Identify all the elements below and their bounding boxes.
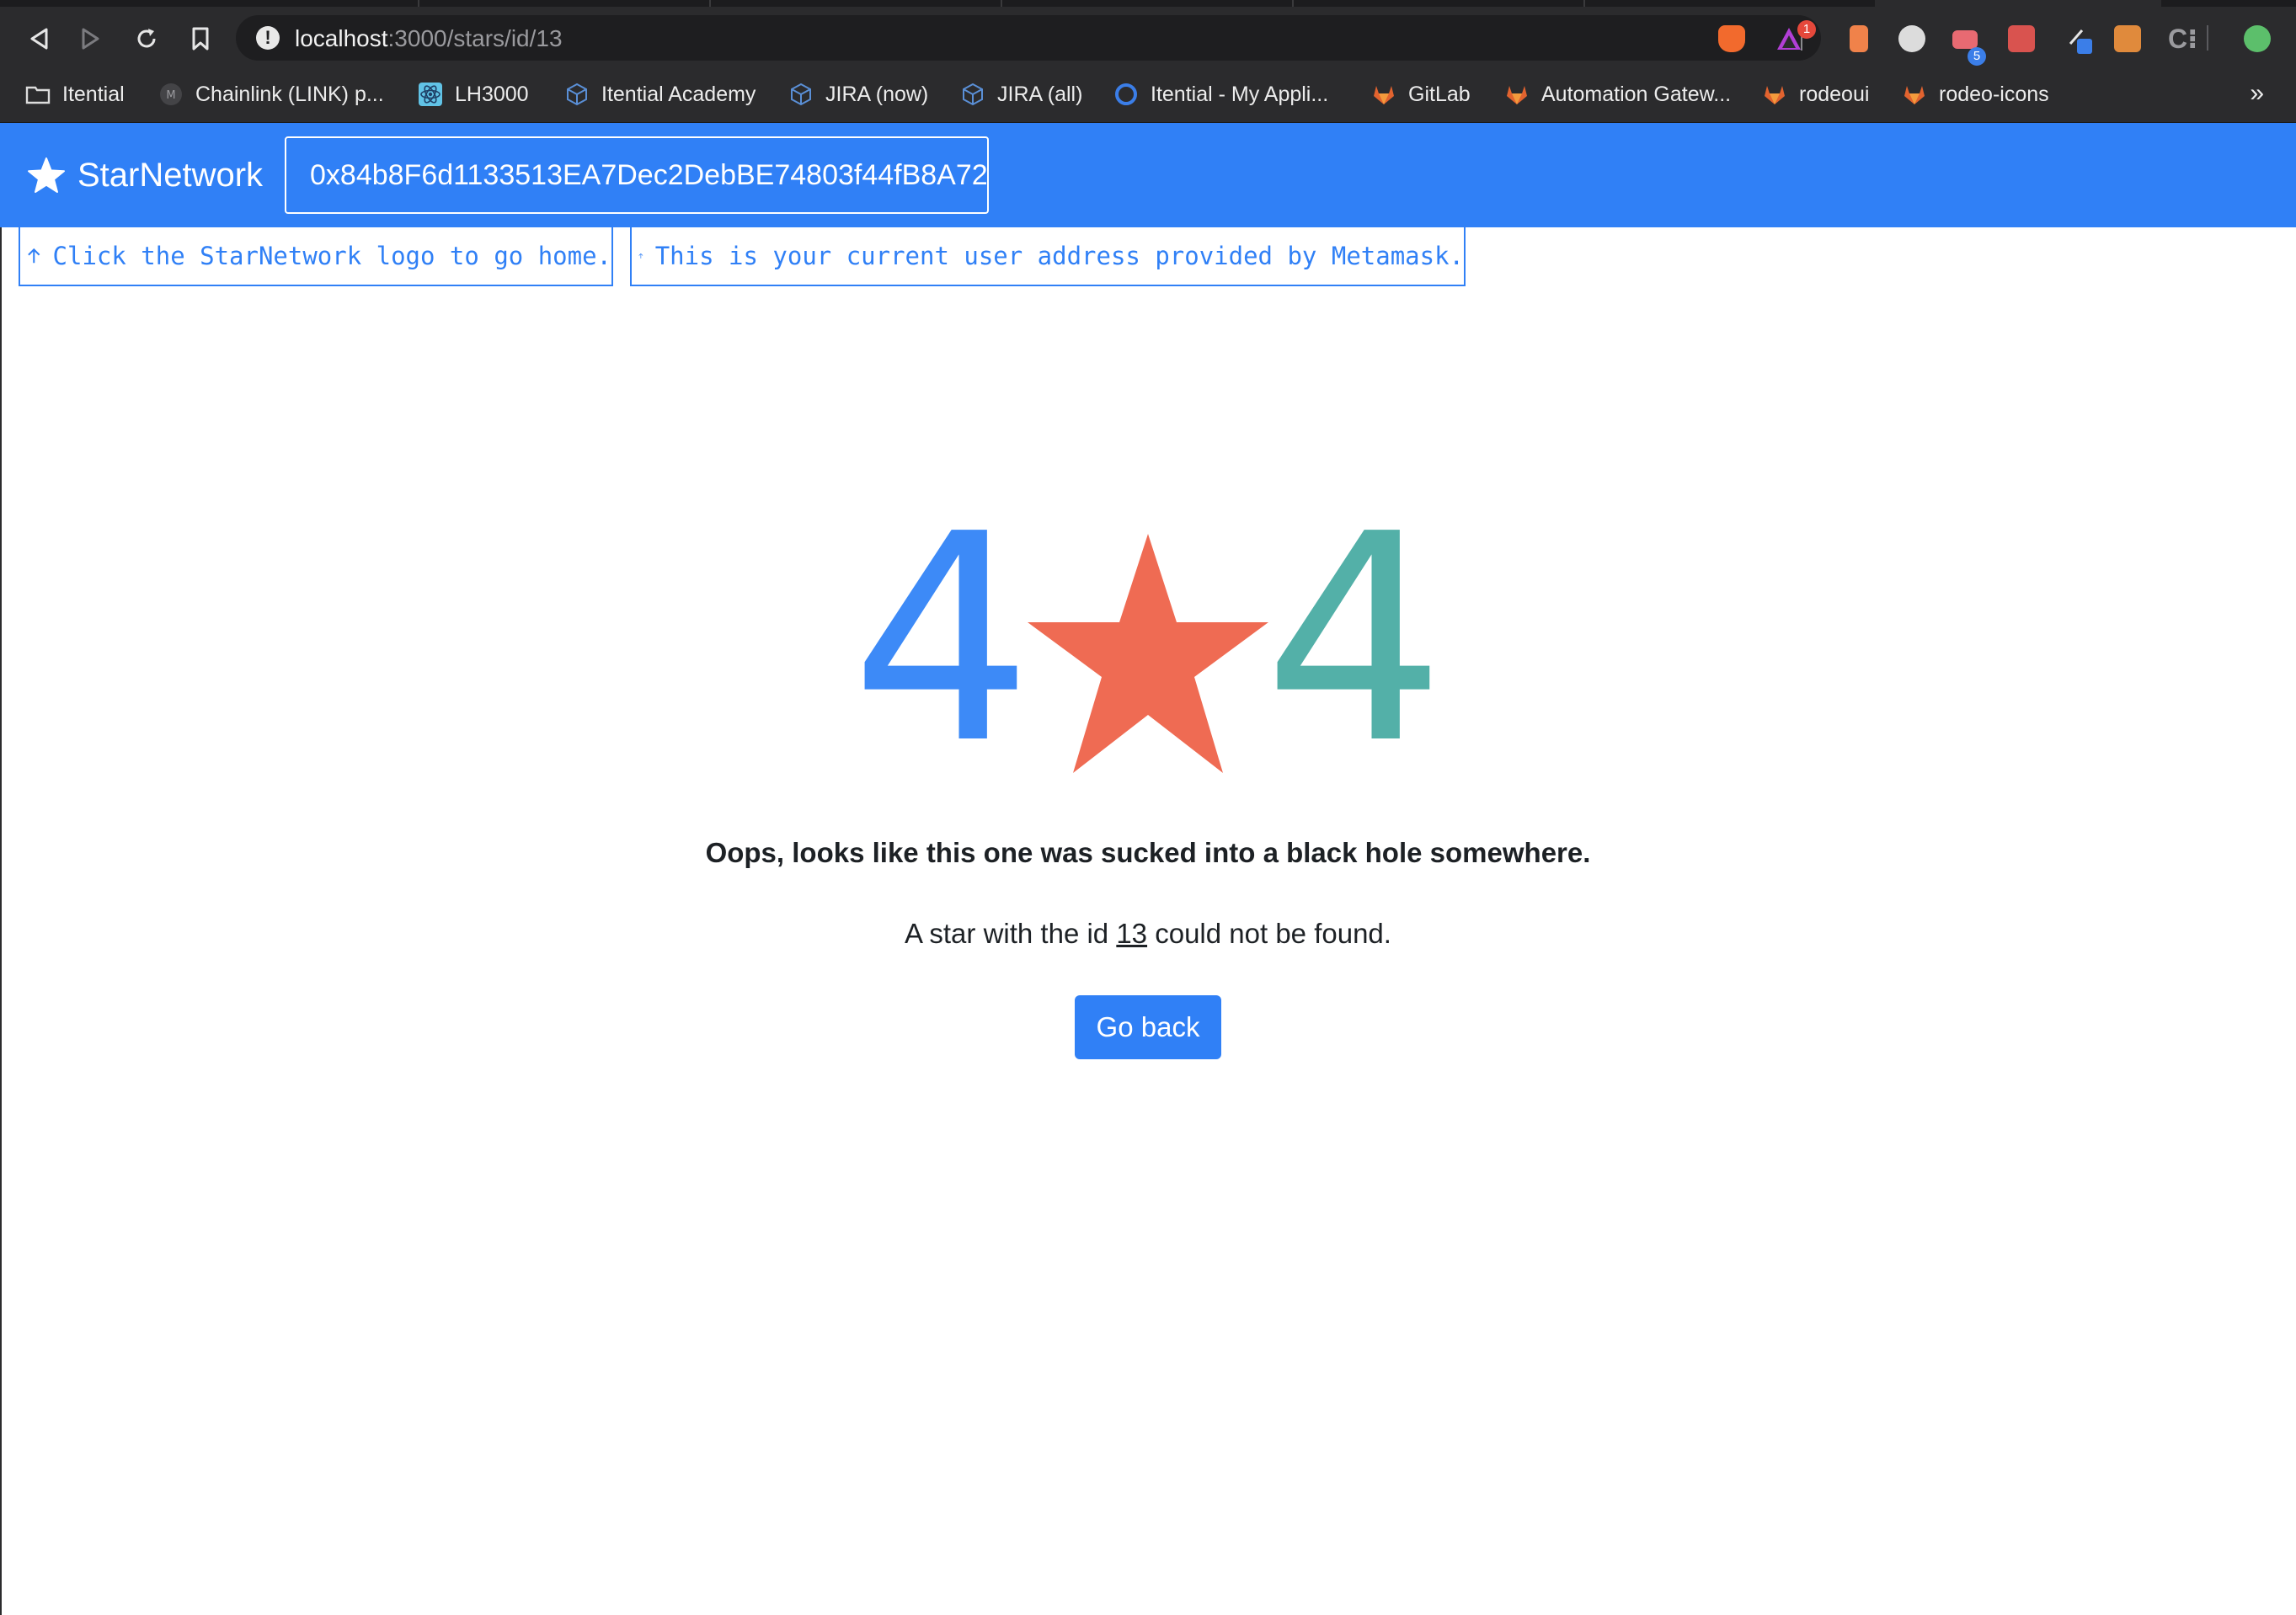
bookmark-label: rodeo-icons [1939, 82, 2049, 106]
pen-extension-icon[interactable] [2065, 25, 2092, 54]
address-hint-text: This is your current user address provid… [654, 242, 1464, 270]
tabs-badge: 5 [1968, 47, 1986, 66]
bookmark-label: JIRA (now) [825, 82, 929, 106]
circle-extension-icon[interactable] [1898, 25, 1925, 52]
tab-separator [1001, 0, 1002, 7]
home-hint: Click the StarNetwork logo to go home. [19, 227, 613, 286]
cube-icon [791, 83, 811, 106]
bookmark-label: Automation Gatew... [1541, 82, 1732, 106]
bookmark-icon [192, 27, 209, 51]
go-back-button[interactable]: Go back [1075, 995, 1221, 1059]
gitlab-icon [1507, 86, 1527, 104]
bookmark-label: rodeoui [1799, 82, 1870, 106]
alert-badge: 1 [1797, 20, 1816, 39]
video-extension-icon[interactable] [1952, 30, 1978, 49]
digit-four-left: 4 [851, 473, 1033, 807]
brave-icon[interactable] [1718, 25, 1745, 52]
pen-icon [2069, 29, 2092, 54]
digit-four-right: 4 [1263, 473, 1446, 807]
bookmarks-overflow-button[interactable]: » [2250, 79, 2264, 108]
flag-extension-icon[interactable] [1850, 25, 1868, 52]
home-hint-text: Click the StarNetwork logo to go home. [52, 242, 611, 270]
address-hint: This is your current user address provid… [630, 227, 1466, 286]
bookmarks-bar: Itential M Chainlink (LINK) p... LH3000 … [0, 67, 2296, 123]
user-address-text: 0x84b8F6d1133513EA7Dec2DebBE74803f44fB8A… [310, 158, 988, 191]
gitlab-icon [1904, 86, 1925, 104]
bookmark-lh3000[interactable]: LH3000 [418, 79, 529, 109]
code-extension-icon[interactable]: C⁝ [2168, 25, 2197, 52]
browser-tabstrip [0, 0, 2296, 7]
svg-text:M: M [166, 89, 175, 102]
bookmark-label: Itential [62, 82, 125, 106]
ring-icon [1115, 83, 1137, 105]
not-found-message: A star with the id 13 could not be found… [0, 918, 2296, 950]
bookmark-label: LH3000 [455, 82, 529, 106]
forward-icon [82, 28, 99, 50]
app-navbar: StarNetwork 0x84b8F6d1133513EA7Dec2DebBE… [0, 123, 2296, 227]
toolbar-divider [2207, 25, 2208, 51]
bookmark-label: GitLab [1408, 82, 1471, 106]
update-icon[interactable] [2244, 25, 2271, 52]
back-icon [30, 28, 48, 50]
toolbox-extension-icon[interactable] [2008, 25, 2035, 52]
address-bar-url: localhost:3000/stars/id/13 [295, 25, 563, 51]
cube-icon [963, 83, 983, 106]
reload-button[interactable] [130, 22, 163, 56]
bookmark-jira-all[interactable]: JIRA (all) [960, 79, 1082, 109]
star-icon [28, 157, 65, 193]
address-bar[interactable]: ! localhost:3000/stars/id/13 [236, 15, 1821, 61]
bookmark-automation-gateway[interactable]: Automation Gatew... [1504, 79, 1731, 109]
bookmark-jira-now[interactable]: JIRA (now) [788, 79, 928, 109]
brand-name: StarNetwork [77, 156, 264, 194]
arrow-up-icon [638, 253, 643, 259]
tab-separator [1583, 0, 1585, 7]
star-icon [1028, 534, 1268, 773]
bookmark-itential[interactable]: Itential [25, 79, 125, 109]
not-found-graphic: 4 4 [0, 488, 2296, 808]
gitlab-icon [1765, 86, 1785, 104]
chainlink-icon: M [160, 83, 182, 105]
cube-icon [567, 83, 587, 106]
bookmark-label: JIRA (all) [997, 82, 1083, 106]
not-found-headline: Oops, looks like this one was sucked int… [705, 837, 1591, 868]
message-prefix: A star with the id [905, 918, 1117, 949]
gitlab-icon [1374, 86, 1394, 104]
reload-icon [137, 29, 156, 48]
bookmark-gitlab[interactable]: GitLab [1371, 79, 1471, 109]
folder-icon [25, 86, 51, 104]
back-button[interactable] [22, 22, 56, 56]
arrow-up-icon [28, 248, 40, 264]
active-tab[interactable] [1875, 0, 2161, 7]
bookmark-label: Chainlink (LINK) p... [195, 82, 384, 106]
react-icon [419, 83, 442, 106]
bookmark-chainlink[interactable]: M Chainlink (LINK) p... [158, 79, 384, 109]
metamask-fox-icon[interactable] [2114, 25, 2141, 52]
star-id: 13 [1116, 918, 1148, 949]
browser-toolbar: ! localhost:3000/stars/id/13 1 5 C⁝ [0, 7, 2296, 67]
bookmark-rodeoui[interactable]: rodeoui [1762, 79, 1869, 109]
tab-separator [1292, 0, 1294, 7]
forward-button[interactable] [74, 22, 108, 56]
site-info-icon[interactable]: ! [256, 26, 280, 50]
bookmark-itential-academy[interactable]: Itential Academy [564, 79, 756, 109]
brand-logo-link[interactable]: StarNetwork [27, 152, 263, 199]
tab-separator [709, 0, 711, 7]
bookmark-label: Itential - My Appli... [1151, 82, 1329, 106]
tab-separator [418, 0, 419, 7]
user-address: 0x84b8F6d1133513EA7Dec2DebBE74803f44fB8A… [285, 136, 989, 214]
message-suffix: could not be found. [1147, 918, 1391, 949]
bookmark-button[interactable] [184, 22, 217, 56]
bookmark-rodeo-icons[interactable]: rodeo-icons [1902, 79, 2049, 109]
bookmark-itential-my-apps[interactable]: Itential - My Appli... [1113, 79, 1328, 109]
bookmark-label: Itential Academy [601, 82, 756, 106]
